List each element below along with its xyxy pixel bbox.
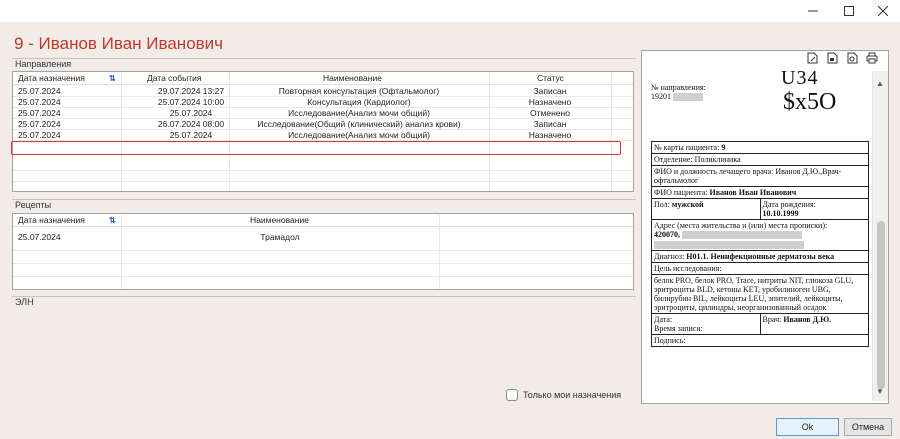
preview-toolbar xyxy=(806,52,878,67)
cell-date: 25.07.2024 xyxy=(18,232,61,242)
table-row[interactable]: 25.07.2024 25.07.2024 10:00 Консультация (… xyxy=(13,97,633,108)
sort-icon[interactable]: ⇅ xyxy=(109,216,116,225)
ok-button[interactable]: Ok xyxy=(776,418,839,436)
diagnosis-value: H01.1. Неинфекционные дерматозы века xyxy=(686,252,835,262)
scroll-thumb[interactable] xyxy=(877,221,885,389)
window-titlebar xyxy=(0,0,900,22)
address-value: 420070, xyxy=(654,230,680,239)
preview-scrollbar[interactable]: ▲ ▼ xyxy=(872,71,888,401)
card-value: 9 xyxy=(721,143,726,152)
cancel-button[interactable]: Отмена xyxy=(844,418,892,436)
selected-row-highlight xyxy=(11,141,621,155)
barcode-top: U34 xyxy=(781,67,819,89)
table-row[interactable]: 25.07.2024 29.07.2024 13:27 Повторная конс… xyxy=(13,86,633,97)
patient-value: Иванов Иван Иванович xyxy=(709,188,797,197)
card-label: № карты пациента: xyxy=(654,143,720,152)
department-text: Отделение: Поликлиника xyxy=(651,153,869,166)
settings-document-icon[interactable] xyxy=(846,52,858,67)
time-label: Время записи: xyxy=(654,324,703,334)
scroll-down-icon[interactable]: ▼ xyxy=(876,387,884,396)
purpose-text: Цель исследования: xyxy=(651,262,869,276)
referrals-table-header: Дата назначения ⇅ Дата события Наименова… xyxy=(13,72,633,85)
address-label: Адрес (места жительства и (или) места пр… xyxy=(654,221,828,230)
doctor-text: ФИО и должность лечащего врача: Иванов Д… xyxy=(651,165,869,187)
referrals-table: Дата назначения ⇅ Дата события Наименова… xyxy=(12,71,634,192)
prescriptions-table: Дата назначения ⇅ Наименование 25.07.202… xyxy=(12,213,634,290)
sort-icon[interactable]: ⇅ xyxy=(109,74,116,83)
redacted-block xyxy=(682,231,802,240)
date-label: Дата: xyxy=(654,315,673,325)
column-header-status[interactable]: Статус xyxy=(537,72,564,84)
column-header-event[interactable]: Дата события xyxy=(147,72,201,84)
barcode-main: $x5O xyxy=(783,89,837,115)
birth-label: Дата рождения: xyxy=(762,200,816,209)
diagnosis-label: Диагноз: xyxy=(654,252,685,262)
referral-number: 19201 xyxy=(651,92,671,101)
referral-number-label: № направления: xyxy=(651,83,706,92)
tests-text: белок PRO, белок PRO, Trace, нитриты NIT… xyxy=(651,274,869,315)
export-document-icon[interactable] xyxy=(826,52,838,67)
column-header-name[interactable]: Наименование xyxy=(250,214,309,226)
prescriptions-table-header: Дата назначения ⇅ Наименование xyxy=(13,214,633,227)
prescriptions-section-label: Рецепты xyxy=(12,199,636,211)
referrals-section-label: Направления xyxy=(12,58,636,70)
patient-label: ФИО пациента: xyxy=(654,188,708,197)
close-icon[interactable] xyxy=(866,0,900,22)
sex-label: Пол: xyxy=(654,200,670,209)
maximize-icon[interactable] xyxy=(832,0,866,22)
table-row[interactable]: 25.07.2024 Трамадол xyxy=(13,232,633,243)
document-preview: № направления: 19201 U34 $x5O № карты па… xyxy=(641,50,889,404)
checkbox-box[interactable] xyxy=(506,389,518,401)
table-row[interactable]: 25.07.2024 26.07.2024 08:00 Исследование(О… xyxy=(13,119,633,130)
signature-text: Подпись: xyxy=(651,334,869,348)
column-header-date[interactable]: Дата назначения xyxy=(18,214,85,226)
only-mine-checkbox[interactable]: Только мои назначения xyxy=(506,389,621,401)
table-row[interactable]: 25.07.2024 25.07.2024 Исследование(Анализ … xyxy=(13,108,633,119)
column-header-date[interactable]: Дата назначения xyxy=(18,72,85,84)
table-row[interactable]: 25.07.2024 25.07.2024 Исследование(Анализ … xyxy=(13,130,633,141)
signer-value: Иванов Д.Ю. xyxy=(783,315,832,325)
edit-document-icon[interactable] xyxy=(806,52,818,67)
print-icon[interactable] xyxy=(866,52,878,67)
scroll-up-icon[interactable]: ▲ xyxy=(876,79,884,88)
minimize-icon[interactable] xyxy=(796,0,830,22)
referral-table: № карты пациента: 9 Отделение: Поликлини… xyxy=(651,141,869,348)
redacted-block xyxy=(654,241,804,250)
redacted-block xyxy=(673,93,703,102)
birth-value: 10.10.1999 xyxy=(762,209,799,218)
sex-value: мужской xyxy=(671,200,704,209)
eln-section-label: ЭЛН xyxy=(12,296,636,308)
page-title: 9 - Иванов Иван Иванович xyxy=(14,34,224,53)
signer-label: Врач: xyxy=(762,315,782,325)
cell-name: Трамадол xyxy=(260,232,300,242)
referral-document: № направления: 19201 U34 $x5O № карты па… xyxy=(651,67,869,348)
column-header-name[interactable]: Наименование xyxy=(323,72,382,84)
only-mine-label: Только мои назначения xyxy=(523,390,622,400)
